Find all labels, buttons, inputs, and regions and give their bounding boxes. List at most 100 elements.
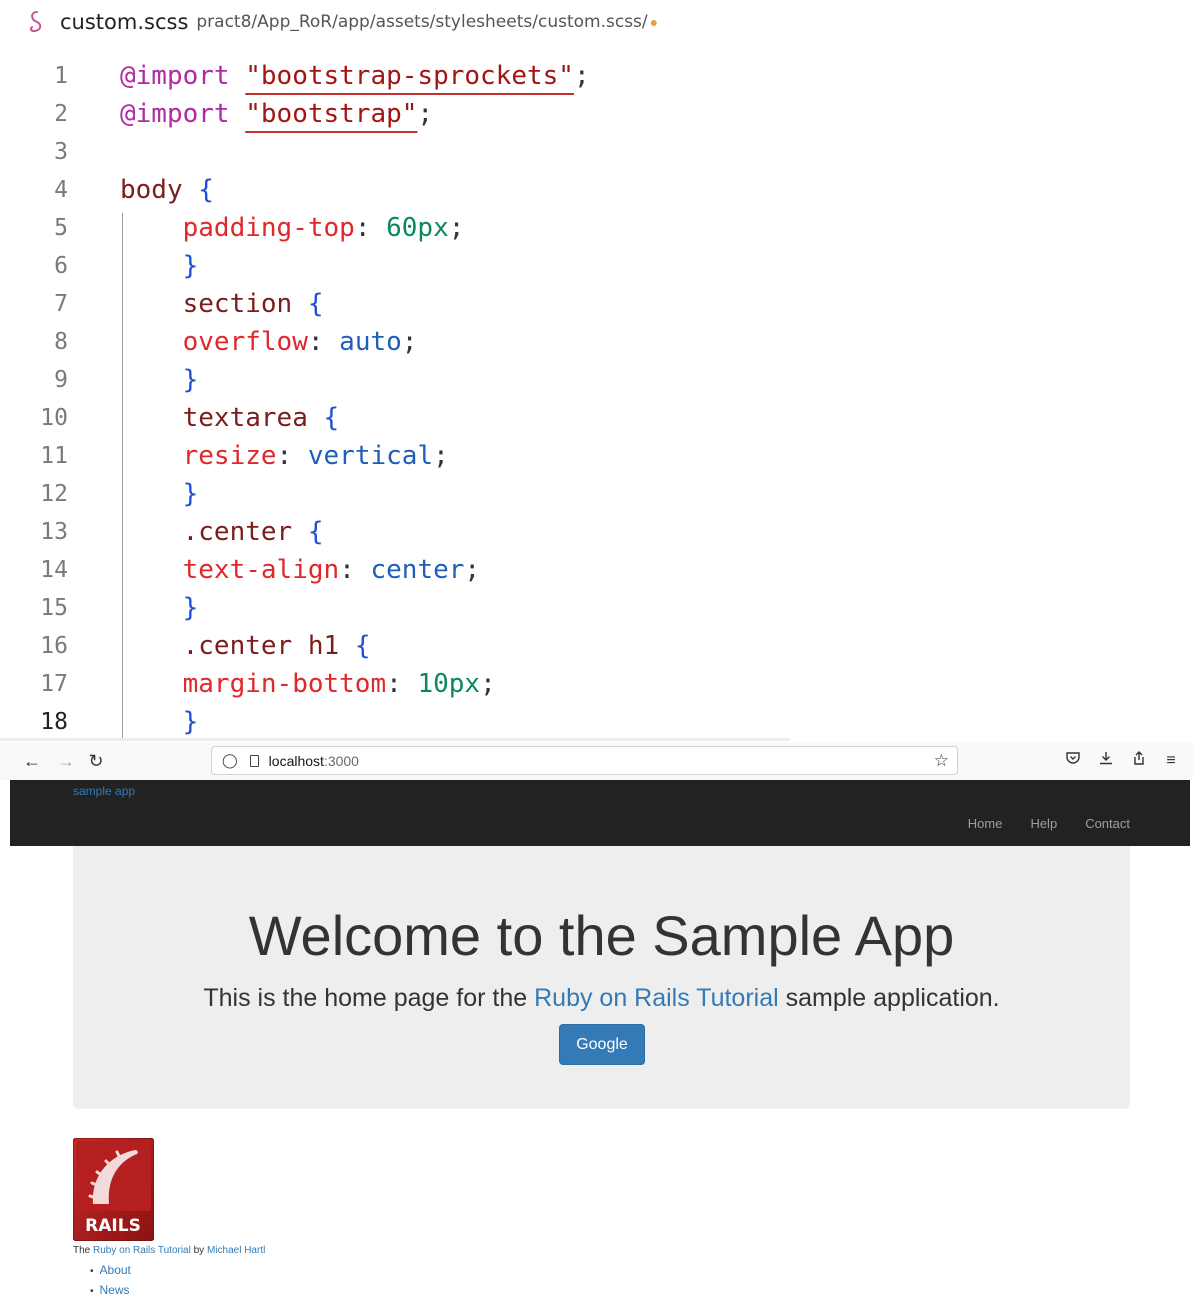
page-info-icon[interactable] bbox=[249, 754, 259, 767]
code-line[interactable]: 11 resize: vertical; bbox=[0, 437, 790, 475]
code-text[interactable]: .center { bbox=[120, 513, 324, 551]
line-number: 2 bbox=[54, 101, 68, 127]
list-item: About bbox=[90, 1261, 131, 1281]
code-token: "bootstrap-sprockets" bbox=[245, 61, 574, 91]
code-token: : bbox=[339, 555, 371, 585]
code-token: { bbox=[323, 403, 340, 433]
url-host: localhost bbox=[268, 752, 324, 769]
code-line[interactable]: 18 } bbox=[0, 703, 790, 741]
code-token: padding-top bbox=[182, 213, 355, 243]
code-line[interactable]: 10 textarea { bbox=[0, 399, 790, 437]
line-number: 12 bbox=[40, 481, 68, 507]
code-token: ; bbox=[417, 99, 434, 129]
app-navbar: sample app Home Help Contact bbox=[10, 780, 1190, 846]
code-line[interactable]: 15 } bbox=[0, 589, 790, 627]
code-text[interactable]: section { bbox=[120, 285, 324, 323]
code-text[interactable]: } bbox=[120, 361, 199, 399]
code-line[interactable]: 5 padding-top: 60px; bbox=[0, 209, 790, 247]
code-text[interactable]: padding-top: 60px; bbox=[120, 209, 465, 247]
code-line[interactable]: 12 } bbox=[0, 475, 790, 513]
nav-home[interactable]: Home bbox=[954, 816, 1017, 831]
line-number: 4 bbox=[54, 177, 68, 203]
footer-author-link[interactable]: Michael Hartl bbox=[207, 1245, 265, 1256]
code-text[interactable]: margin-bottom: 10px; bbox=[120, 665, 496, 703]
code-line[interactable]: 13 .center { bbox=[0, 513, 790, 551]
code-line[interactable]: 4 body { bbox=[0, 171, 790, 209]
code-token: } bbox=[182, 479, 199, 509]
code-token: : bbox=[307, 327, 340, 357]
code-line[interactable]: 9 } bbox=[0, 361, 790, 399]
address-bar[interactable]: ◯ localhost:3000 ☆ bbox=[211, 746, 958, 775]
line-number: 16 bbox=[40, 633, 68, 659]
google-button[interactable]: Google bbox=[559, 1024, 645, 1065]
code-editor[interactable]: custom.scss pract8/App_RoR/app/assets/st… bbox=[0, 0, 790, 741]
editor-file-name[interactable]: custom.scss bbox=[60, 10, 188, 34]
code-line[interactable]: 17 margin-bottom: 10px; bbox=[0, 665, 790, 703]
code-text[interactable]: @import "bootstrap"; bbox=[120, 95, 433, 133]
footer-tutorial-link[interactable]: Ruby on Rails Tutorial bbox=[93, 1245, 191, 1256]
code-token: resize bbox=[182, 441, 277, 471]
line-number: 13 bbox=[40, 519, 68, 545]
download-icon[interactable] bbox=[1095, 750, 1117, 772]
back-arrow-icon[interactable]: ← bbox=[20, 750, 44, 772]
tagline-tutorial-link[interactable]: Ruby on Rails Tutorial bbox=[534, 984, 779, 1012]
tracking-shield-icon[interactable]: ◯ bbox=[222, 752, 238, 769]
code-text[interactable]: overflow: auto; bbox=[120, 323, 418, 361]
code-text[interactable]: text-align: center; bbox=[120, 551, 480, 589]
line-number: 17 bbox=[40, 671, 68, 697]
star-icon[interactable]: ☆ bbox=[934, 751, 949, 771]
app-logo-link[interactable]: sample app bbox=[73, 784, 135, 798]
code-token: ; bbox=[573, 61, 590, 91]
code-token: ; bbox=[464, 555, 481, 585]
code-line[interactable]: 1 @import "bootstrap-sprockets"; bbox=[0, 57, 790, 95]
code-line[interactable]: 14 text-align: center; bbox=[0, 551, 790, 589]
line-number: 18 bbox=[40, 709, 68, 735]
rails-logo-image[interactable]: RAILS bbox=[73, 1138, 154, 1241]
code-text[interactable]: } bbox=[120, 247, 199, 285]
code-token: .center h1 bbox=[182, 631, 340, 661]
code-text[interactable]: body { bbox=[120, 171, 214, 209]
reload-icon[interactable]: ↻ bbox=[84, 750, 108, 772]
code-text[interactable]: } bbox=[120, 589, 199, 627]
footer-links: About News bbox=[90, 1261, 131, 1301]
code-text[interactable]: textarea { bbox=[120, 399, 340, 437]
code-line[interactable]: 3 bbox=[0, 133, 790, 171]
forward-arrow-icon[interactable]: → bbox=[54, 750, 78, 772]
nav-contact[interactable]: Contact bbox=[1071, 816, 1130, 831]
code-line[interactable]: 2 @import "bootstrap"; bbox=[0, 95, 790, 133]
code-token: center bbox=[370, 555, 465, 585]
code-line[interactable]: 16 .center h1 { bbox=[0, 627, 790, 665]
code-line[interactable]: 6 } bbox=[0, 247, 790, 285]
code-text[interactable]: resize: vertical; bbox=[120, 437, 449, 475]
code-text[interactable]: } bbox=[120, 475, 199, 513]
code-line[interactable]: 8 overflow: auto; bbox=[0, 323, 790, 361]
footer-about-link[interactable]: About bbox=[100, 1263, 131, 1277]
code-area[interactable]: 1 @import "bootstrap-sprockets"; 2 @import … bbox=[0, 57, 790, 741]
code-token: "bootstrap" bbox=[245, 99, 418, 129]
pocket-icon[interactable] bbox=[1062, 750, 1084, 772]
code-token: : bbox=[386, 669, 418, 699]
nav-help[interactable]: Help bbox=[1016, 816, 1071, 831]
code-text[interactable]: .center h1 { bbox=[120, 627, 371, 665]
code-line[interactable]: 7 section { bbox=[0, 285, 790, 323]
share-icon[interactable] bbox=[1128, 750, 1150, 772]
code-token: text-align bbox=[182, 555, 340, 585]
code-token: margin-bottom bbox=[182, 669, 387, 699]
code-token: ; bbox=[433, 441, 449, 471]
hamburger-menu-icon[interactable]: ≡ bbox=[1160, 750, 1182, 772]
code-token: ; bbox=[480, 669, 496, 699]
code-text[interactable]: @import "bootstrap-sprockets"; bbox=[120, 57, 590, 95]
code-text[interactable]: } bbox=[120, 703, 199, 741]
